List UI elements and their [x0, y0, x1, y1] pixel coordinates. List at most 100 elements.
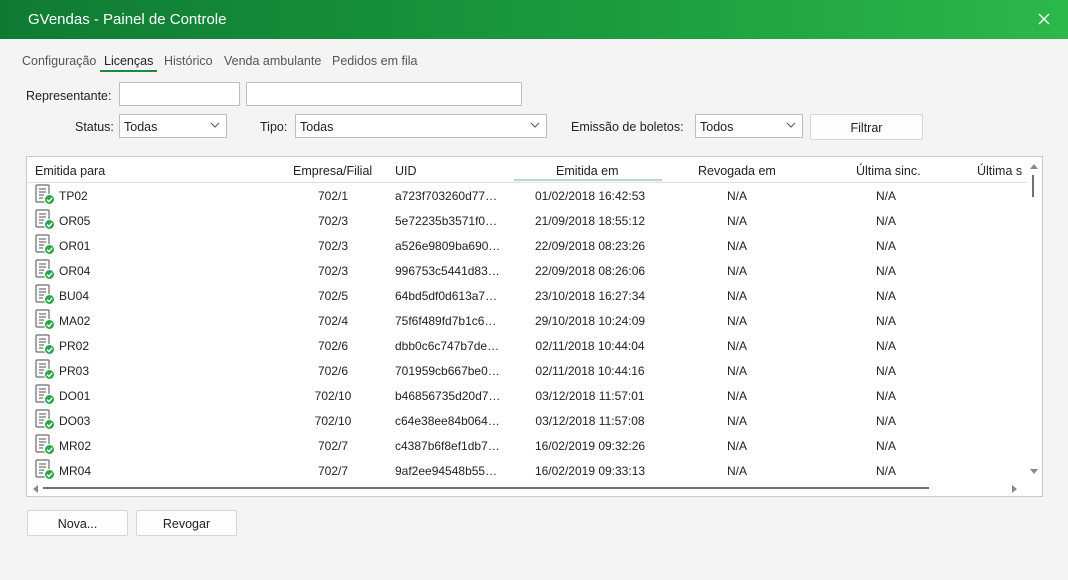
cell-emitida: 02/11/2018 10:44:04 [535, 339, 645, 353]
table-row[interactable]: DO01 702/10 b46856735d20d7… 03/12/2018 11:5… [27, 383, 1027, 408]
sort-indicator [514, 179, 662, 181]
horizontal-scroll-thumb[interactable] [43, 487, 929, 489]
table-row[interactable]: BU04 702/5 64bd5df0d613a7… 23/10/2018 16:27… [27, 283, 1027, 308]
cell-revogada: N/A [726, 289, 747, 303]
column-header[interactable]: Emitida para [35, 164, 105, 178]
scroll-left-icon[interactable] [31, 483, 41, 493]
cell-name: MR04 [59, 464, 92, 478]
cell-sinc: N/A [875, 189, 896, 203]
tab-configuracao[interactable]: Configuração [22, 54, 96, 68]
cell-emitida: 22/09/2018 08:26:06 [534, 264, 646, 278]
cell-name: MA02 [59, 314, 91, 328]
tab-pedidos-em-fila[interactable]: Pedidos em fila [332, 54, 417, 68]
cell-uid: dbb0c6c747b7de… [395, 339, 500, 353]
table-row[interactable]: OR04 702/3 996753c5441d83… 22/09/2018 08:26… [27, 258, 1027, 283]
table-row[interactable]: MA02 702/4 75f6f489fd7b1c6… 29/10/2018 10:2… [27, 308, 1027, 333]
column-header[interactable]: Última sinc. [856, 164, 921, 178]
close-icon[interactable] [1034, 9, 1054, 29]
table-row[interactable]: TP02 702/1 a723f703260d77… 01/02/2018 16:42… [27, 183, 1027, 208]
license-valid-icon [34, 284, 56, 306]
representante-name-input[interactable] [246, 82, 522, 106]
license-valid-icon [34, 334, 56, 356]
table-row[interactable]: MR02 702/7 c4387b6f8ef1db7… 16/02/2019 09:3… [27, 433, 1027, 458]
table-row[interactable]: OR01 702/3 a526e9809ba690… 22/09/2018 08:23… [27, 233, 1027, 258]
cell-empresa: 702/6 [317, 364, 349, 378]
cell-sinc: N/A [875, 239, 896, 253]
tipo-label: Tipo: [260, 120, 288, 134]
tab-historico[interactable]: Histórico [164, 54, 213, 68]
horizontal-scrollbar[interactable] [27, 480, 1027, 496]
table-row[interactable]: DO03 702/10 c64e38ee84b064… 03/12/2018 11:5… [27, 408, 1027, 433]
window-title: GVendas - Painel de Controle [28, 11, 227, 28]
licenses-table[interactable]: Emitida para Empresa/Filial UID Emitida … [26, 156, 1043, 497]
cell-sinc: N/A [875, 389, 896, 403]
cell-sinc: N/A [875, 339, 896, 353]
cell-empresa: 702/4 [317, 314, 349, 328]
column-header[interactable]: Empresa/Filial [293, 164, 372, 178]
scroll-down-icon[interactable] [1028, 465, 1040, 477]
cell-emitida: 21/09/2018 18:55:12 [534, 214, 646, 228]
cell-emitida: 03/12/2018 11:57:01 [535, 389, 645, 403]
vertical-scrollbar[interactable] [1027, 157, 1041, 479]
cell-empresa: 702/6 [317, 339, 349, 353]
emissao-boletos-select[interactable]: Todos [695, 114, 803, 138]
cell-uid: 996753c5441d83… [395, 264, 500, 278]
tab-venda-ambulante[interactable]: Venda ambulante [224, 54, 321, 68]
cell-uid: 701959cb667be0… [395, 364, 500, 378]
cell-sinc: N/A [875, 289, 896, 303]
cell-uid: 9af2ee94548b55… [395, 464, 498, 478]
license-valid-icon [34, 434, 56, 456]
license-valid-icon [34, 409, 56, 431]
cell-sinc: N/A [875, 439, 896, 453]
vertical-scroll-thumb[interactable] [1032, 175, 1034, 197]
license-valid-icon [34, 259, 56, 281]
license-valid-icon [34, 309, 56, 331]
cell-name: PR02 [59, 339, 90, 353]
column-header[interactable]: UID [395, 164, 417, 178]
scroll-right-icon[interactable] [1009, 483, 1019, 493]
chevron-down-icon [785, 119, 797, 131]
cell-empresa: 702/3 [317, 214, 349, 228]
cell-empresa: 702/3 [317, 264, 349, 278]
column-header[interactable]: Última s [977, 164, 1022, 178]
license-valid-icon [34, 209, 56, 231]
column-header[interactable]: Revogada em [698, 164, 776, 178]
cell-empresa: 702/7 [317, 464, 349, 478]
license-valid-icon [34, 234, 56, 256]
license-valid-icon [34, 459, 56, 481]
scroll-up-icon[interactable] [1028, 161, 1040, 173]
cell-revogada: N/A [726, 239, 747, 253]
revogar-button[interactable]: Revogar [136, 510, 237, 536]
cell-emitida: 02/11/2018 10:44:16 [535, 364, 645, 378]
table-row[interactable]: OR05 702/3 5e72235b3571f0… 21/09/2018 18:55… [27, 208, 1027, 233]
cell-uid: b46856735d20d7… [395, 389, 501, 403]
status-select[interactable]: Todas [119, 114, 227, 138]
tipo-select[interactable]: Todas [295, 114, 547, 138]
filtrar-button[interactable]: Filtrar [810, 114, 923, 140]
cell-name: TP02 [59, 189, 88, 203]
chevron-down-icon [209, 119, 221, 131]
cell-uid: a526e9809ba690… [395, 239, 501, 253]
cell-revogada: N/A [726, 189, 747, 203]
cell-revogada: N/A [726, 439, 747, 453]
cell-sinc: N/A [875, 364, 896, 378]
license-valid-icon [34, 359, 56, 381]
emissao-boletos-value: Todos [700, 120, 734, 134]
representante-code-input[interactable] [119, 82, 240, 106]
cell-uid: a723f703260d77… [395, 189, 498, 203]
cell-empresa: 702/3 [317, 239, 349, 253]
cell-emitida: 01/02/2018 16:42:53 [534, 189, 646, 203]
table-row[interactable]: PR03 702/6 701959cb667be0… 02/11/2018 10:44… [27, 358, 1027, 383]
cell-name: OR05 [59, 214, 91, 228]
active-tab-indicator [100, 70, 157, 72]
cell-revogada: N/A [726, 389, 747, 403]
column-header[interactable]: Emitida em [556, 164, 619, 178]
table-row[interactable]: PR02 702/6 dbb0c6c747b7de… 02/11/2018 10:44… [27, 333, 1027, 358]
cell-revogada: N/A [726, 464, 747, 478]
cell-sinc: N/A [875, 414, 896, 428]
chevron-down-icon [529, 119, 541, 131]
cell-uid: 64bd5df0d613a7… [395, 289, 498, 303]
tab-licencas[interactable]: Licenças [104, 54, 153, 68]
cell-revogada: N/A [726, 314, 747, 328]
nova-button[interactable]: Nova... [27, 510, 128, 536]
